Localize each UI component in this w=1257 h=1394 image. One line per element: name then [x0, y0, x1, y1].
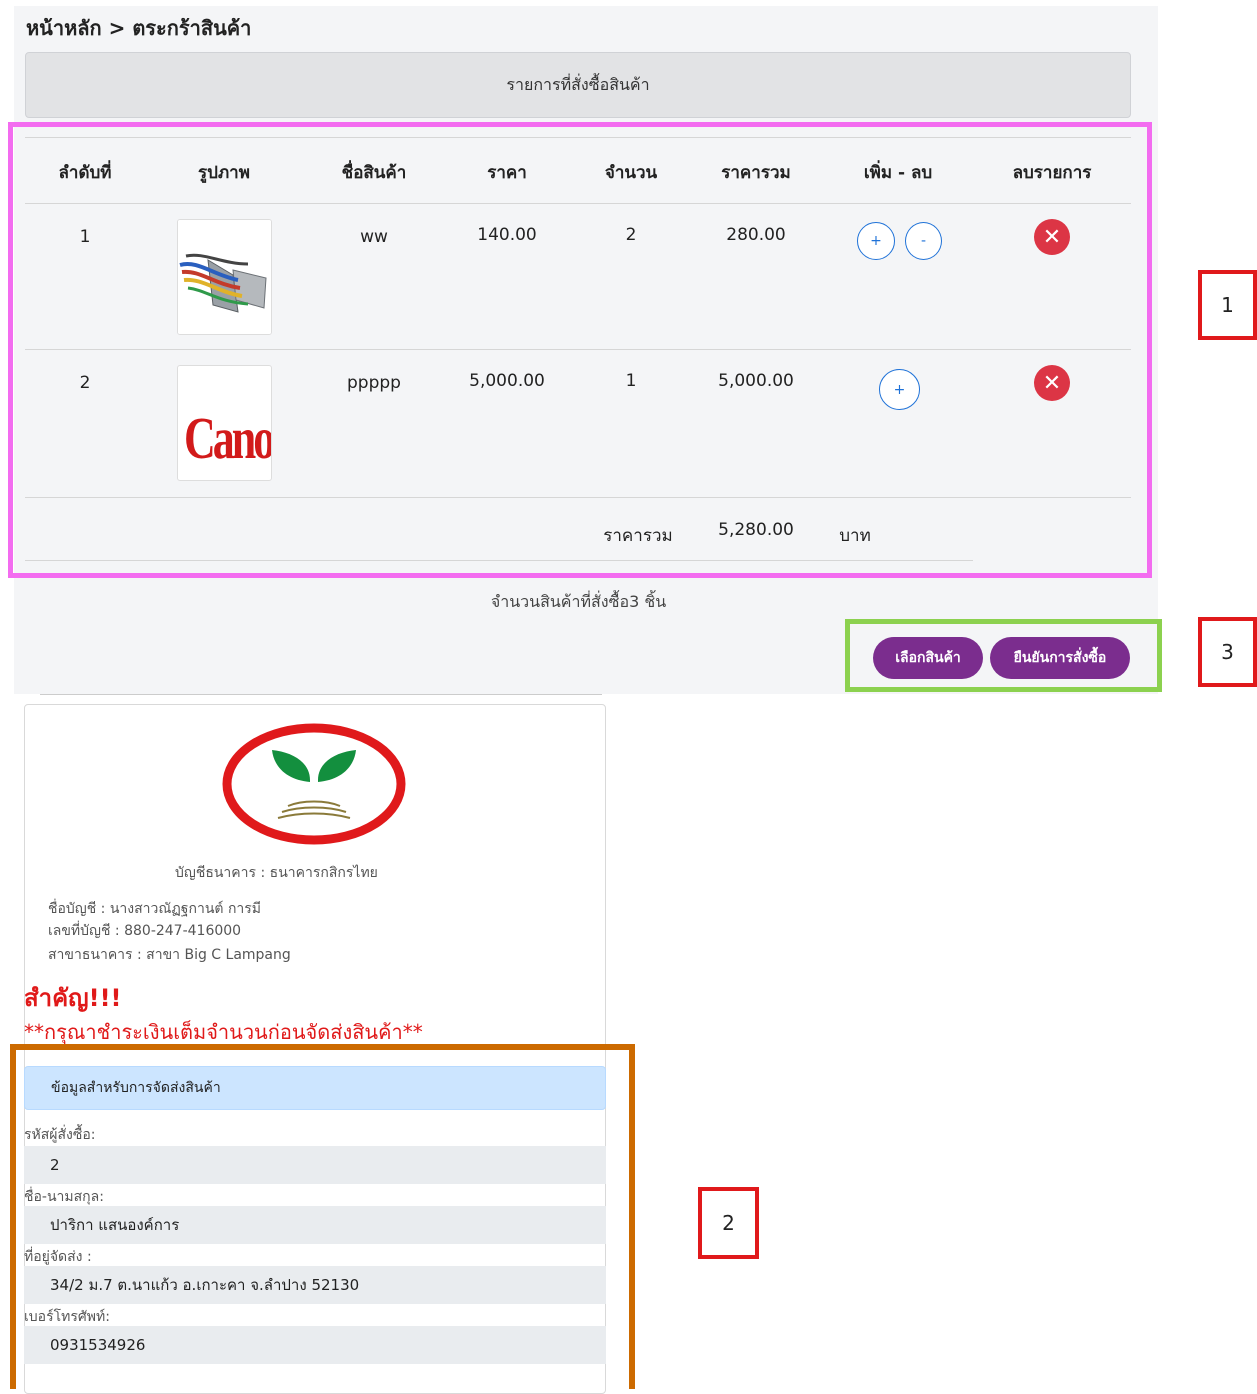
- annotation-box-cart: [8, 122, 1152, 578]
- section-divider: [40, 694, 602, 695]
- kasikorn-bank-logo: [222, 723, 406, 845]
- annotation-label-2-text: 2: [722, 1211, 735, 1235]
- order-list-header: รายการที่สั่งซื้อสินค้า: [25, 52, 1131, 118]
- breadcrumb[interactable]: หน้าหลัก > ตระกร้าสินค้า: [26, 12, 251, 44]
- annotation-box-shipping: [10, 1044, 635, 1389]
- bank-branch: สาขาธนาคาร : สาขา Big C Lampang: [48, 947, 291, 963]
- item-count-text: จำนวนสินค้าที่สั่งซื้อ3 ชิ้น: [490, 592, 667, 611]
- annotation-label-3-text: 3: [1221, 640, 1234, 664]
- annotation-label-3: 3: [1198, 617, 1257, 687]
- annotation-label-1: 1: [1198, 270, 1257, 340]
- annotation-label-2: 2: [698, 1187, 759, 1259]
- account-number: เลขที่บัญชี : 880-247-416000: [48, 923, 242, 939]
- order-list-title: รายการที่สั่งซื้อสินค้า: [506, 74, 650, 94]
- account-name: ชื่อบัญชี : นางสาวณัฏฐกานต์ การมี: [48, 901, 262, 917]
- bank-name: บัญชีธนาคาร : ธนาคารกสิกรไทย: [175, 865, 378, 881]
- annotation-label-1-text: 1: [1221, 293, 1234, 317]
- annotation-box-buttons: [845, 619, 1162, 692]
- important-heading: สำคัญ!!!: [24, 984, 122, 1012]
